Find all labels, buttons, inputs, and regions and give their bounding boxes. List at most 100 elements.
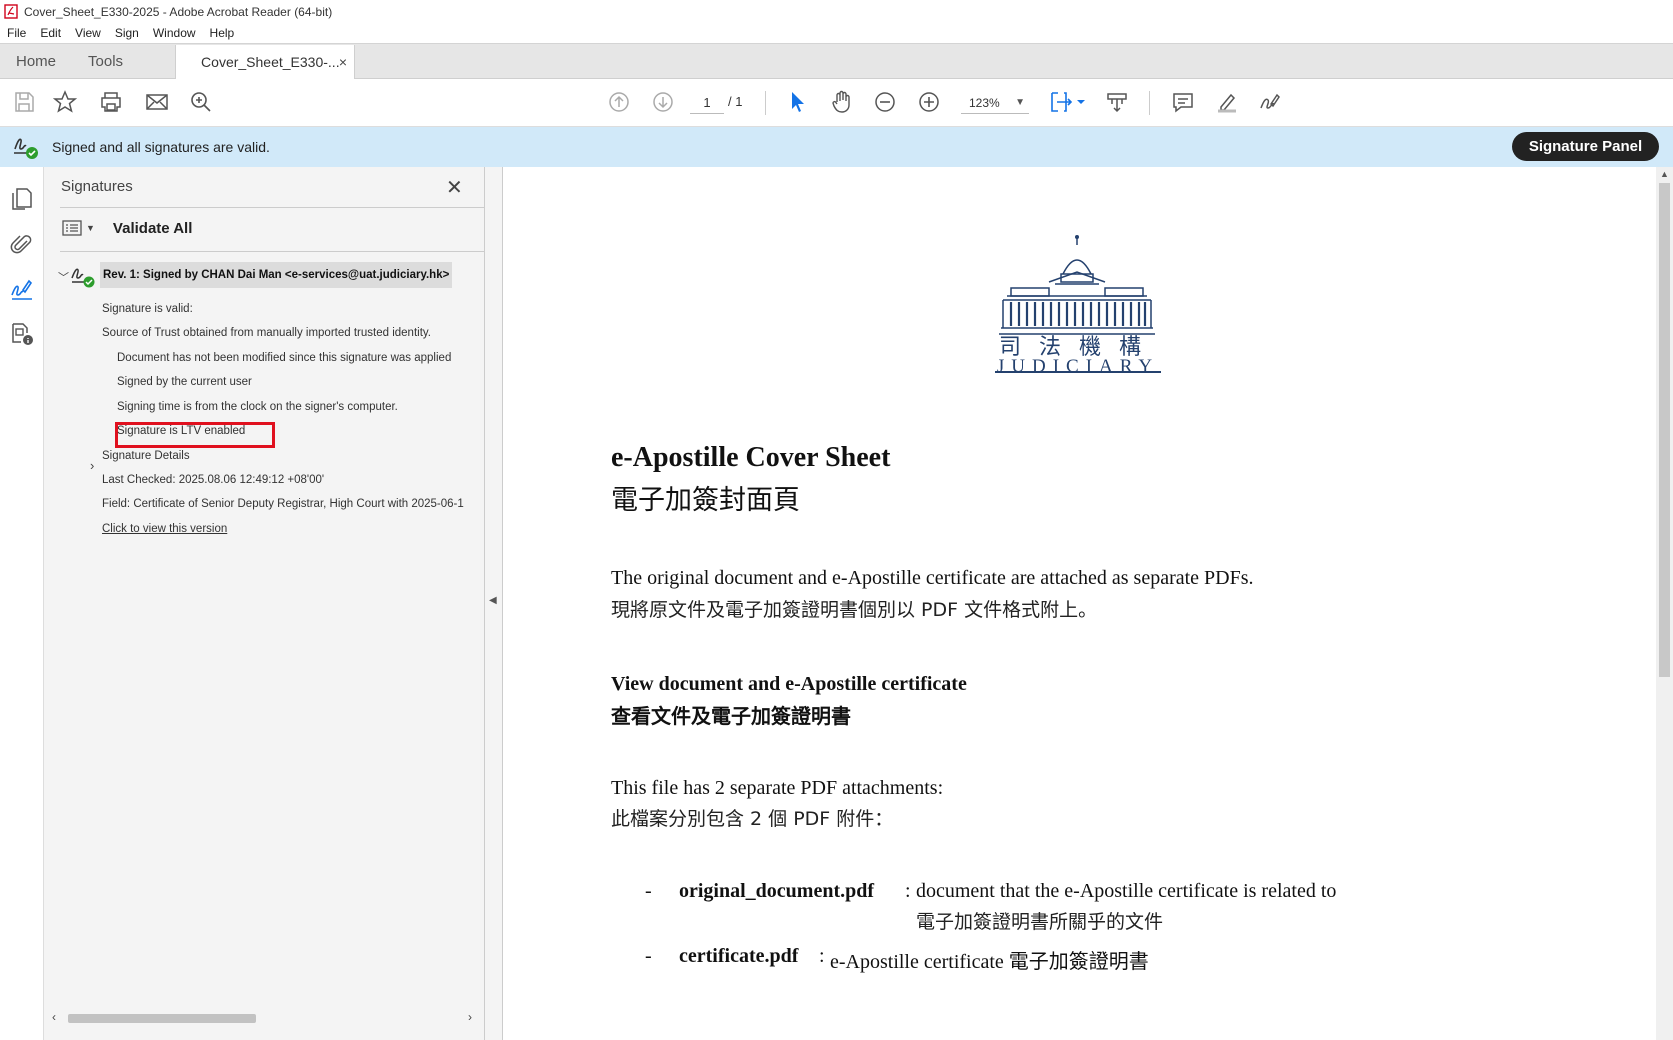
menu-window[interactable]: Window	[146, 26, 203, 40]
chevron-down-icon[interactable]: ▼	[86, 223, 95, 233]
tab-bar: Home Tools Cover_Sheet_E330-... ×	[0, 43, 1673, 79]
attachment-separator: :	[819, 945, 825, 967]
last-checked-text: Last Checked: 2025.08.06 12:49:12 +08'00…	[102, 474, 325, 486]
select-tool-icon[interactable]	[785, 89, 811, 115]
signing-time-text: Signing time is from the clock on the si…	[117, 401, 398, 413]
attachments-paragraph: This file has 2 separate PDF attachments…	[611, 777, 944, 799]
menu-edit[interactable]: Edit	[33, 26, 68, 40]
page-thumbnails-icon[interactable]	[9, 186, 35, 212]
toolbar-divider	[1149, 91, 1150, 115]
logo-underline	[995, 371, 1161, 373]
scroll-up-icon[interactable]: ▲	[1660, 169, 1669, 179]
horizontal-scrollbar[interactable]: ‹ ›	[52, 1010, 476, 1026]
close-tab-icon[interactable]: ×	[339, 54, 347, 70]
zoom-out-icon[interactable]	[872, 89, 898, 115]
options-list-icon[interactable]	[62, 220, 82, 236]
ltv-enabled-text: Signature is LTV enabled	[117, 425, 246, 437]
section-heading-chinese: 查看文件及電子加簽證明書	[611, 704, 851, 728]
hand-tool-icon[interactable]	[829, 89, 855, 115]
collapse-panel-icon[interactable]: ◀	[489, 595, 497, 606]
validate-all-button[interactable]: Validate All	[113, 220, 192, 237]
not-modified-text: Document has not been modified since thi…	[117, 352, 452, 364]
page-total: / 1	[728, 94, 743, 109]
tab-document[interactable]: Cover_Sheet_E330-... ×	[175, 45, 356, 79]
bullet-dash: -	[645, 880, 652, 902]
signature-field-text: Field: Certificate of Senior Deputy Regi…	[102, 498, 464, 510]
vertical-scrollbar[interactable]: ▲	[1656, 167, 1673, 1040]
zoom-level-value: 123%	[969, 96, 1000, 110]
validate-all-row[interactable]: ▼ Validate All	[60, 215, 192, 241]
signature-valid-text: Signature is valid:	[102, 303, 193, 315]
next-page-icon[interactable]	[650, 89, 676, 115]
fill-and-sign-icon[interactable]	[1257, 89, 1283, 115]
attachment-separator: :	[905, 880, 911, 902]
zoom-in-icon[interactable]	[916, 89, 942, 115]
attachment-description-chinese: 電子加簽證明書所關乎的文件	[916, 911, 1164, 933]
intro-paragraph: The original document and e-Apostille ce…	[611, 567, 1254, 589]
toolbar: 1 / 1 123% ▼	[0, 79, 1673, 127]
zoom-level-select[interactable]: 123% ▼	[961, 92, 1029, 114]
toolbar-divider	[765, 91, 766, 115]
title-bar: Cover_Sheet_E330-2025 - Adobe Acrobat Re…	[0, 0, 1673, 23]
panel-divider	[60, 251, 484, 252]
page-number-input[interactable]: 1	[690, 92, 724, 114]
scrollbar-thumb[interactable]	[1659, 183, 1670, 677]
signature-status-bar: Signed and all signatures are valid. Sig…	[0, 127, 1673, 167]
chevron-right-icon[interactable]: ›	[90, 458, 94, 473]
menu-sign[interactable]: Sign	[108, 26, 146, 40]
attachment-name: original_document.pdf	[679, 880, 875, 902]
save-icon[interactable]	[11, 89, 37, 115]
chevron-down-icon[interactable]: ﹀	[58, 269, 69, 285]
scrollbar-thumb[interactable]	[68, 1014, 256, 1023]
menu-view[interactable]: View	[68, 26, 108, 40]
tab-tools[interactable]: Tools	[72, 44, 139, 78]
panel-divider	[60, 207, 484, 208]
document-security-icon[interactable]	[9, 321, 35, 347]
close-icon[interactable]: ✕	[446, 175, 463, 200]
page-fit-icon[interactable]	[1049, 89, 1089, 115]
signature-revision-label[interactable]: Rev. 1: Signed by CHAN Dai Man <e-servic…	[100, 262, 453, 288]
signature-revision-row[interactable]: ﹀ Rev. 1: Signed by CHAN Dai Man <e-serv…	[56, 262, 466, 288]
scrolling-mode-icon[interactable]	[1104, 89, 1130, 115]
bullet-dash: -	[645, 945, 652, 967]
signature-details-toggle[interactable]: Signature Details	[102, 450, 190, 462]
search-icon[interactable]	[188, 89, 214, 115]
signature-valid-icon	[71, 268, 95, 288]
comment-icon[interactable]	[1170, 89, 1196, 115]
document-title-chinese: 電子加簽封面頁	[611, 485, 800, 516]
attachments-paragraph-chinese: 此檔案分別包含 2 個 PDF 附件：	[611, 808, 894, 830]
signature-panel-button[interactable]: Signature Panel	[1512, 132, 1659, 161]
attachment-description: e-Apostille certificate 電子加簽證明書	[830, 951, 1149, 973]
attachment-name: certificate.pdf	[679, 945, 799, 967]
attachment-description: document that the e-Apostille certificat…	[916, 880, 1337, 902]
source-of-trust-text: Source of Trust obtained from manually i…	[102, 327, 431, 339]
logo-english-text: JUDICIARY	[996, 356, 1160, 377]
panel-splitter[interactable]: ◀	[484, 167, 503, 1040]
menu-help[interactable]: Help	[203, 26, 242, 40]
print-icon[interactable]	[98, 89, 124, 115]
scroll-right-icon[interactable]: ›	[468, 1010, 472, 1024]
menu-bar: File Edit View Sign Window Help	[0, 23, 1673, 43]
left-navigation-rail	[0, 167, 44, 1040]
email-icon[interactable]	[144, 89, 170, 115]
signatures-icon[interactable]	[9, 277, 35, 303]
signatures-panel: Signatures ✕ ▼ Validate All ﹀ Rev. 1: Si…	[44, 167, 484, 1040]
document-title: e-Apostille Cover Sheet	[611, 442, 891, 473]
attachments-icon[interactable]	[9, 232, 35, 258]
acrobat-app-icon	[4, 4, 18, 19]
star-icon[interactable]	[52, 89, 78, 115]
signature-status-message: Signed and all signatures are valid.	[52, 139, 270, 155]
highlight-pen-icon[interactable]	[1214, 89, 1240, 115]
section-heading: View document and e-Apostille certificat…	[611, 673, 967, 695]
window-title: Cover_Sheet_E330-2025 - Adobe Acrobat Re…	[24, 4, 333, 19]
menu-file[interactable]: File	[0, 26, 33, 40]
previous-page-icon[interactable]	[606, 89, 632, 115]
chevron-down-icon: ▼	[1015, 97, 1025, 108]
signatures-panel-title: Signatures	[61, 178, 133, 195]
intro-paragraph-chinese: 現將原文件及電子加簽證明書個別以 PDF 文件格式附上。	[611, 599, 1098, 621]
view-version-link[interactable]: Click to view this version	[102, 523, 227, 535]
tab-document-label: Cover_Sheet_E330-...	[201, 54, 340, 70]
signature-valid-icon	[14, 138, 38, 159]
scroll-left-icon[interactable]: ‹	[52, 1010, 56, 1024]
tab-home[interactable]: Home	[0, 44, 72, 78]
